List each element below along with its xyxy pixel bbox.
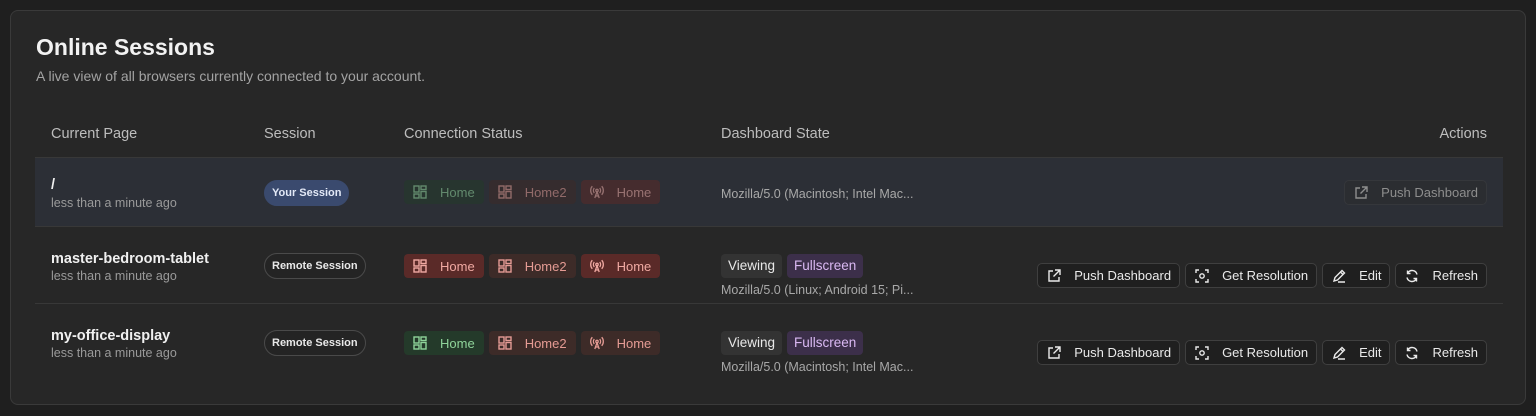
dashboard-icon: [413, 336, 427, 350]
status-chip: Home: [580, 331, 661, 355]
status-chip: Home: [404, 180, 484, 204]
connection-status-chips: Home Home2 Home: [404, 331, 661, 355]
push-dashboard-button[interactable]: Push Dashboard: [1037, 340, 1181, 365]
column-actions: Actions: [1439, 126, 1487, 142]
status-chip-label: Home2: [524, 335, 567, 351]
fullscreen-badge: Fullscreen: [787, 331, 864, 355]
push-dashboard-button[interactable]: Push Dashboard: [1037, 263, 1181, 288]
push-dashboard-label: Push Dashboard: [1381, 185, 1478, 200]
current-page-path: /: [51, 177, 56, 193]
external-link-icon: [1048, 268, 1061, 282]
pencil-icon: [1333, 269, 1346, 283]
dashboard-state-badges: Viewing Fullscreen: [721, 331, 864, 355]
status-chip: Home: [404, 331, 484, 355]
get-resolution-button[interactable]: Get Resolution: [1185, 263, 1318, 288]
user-agent: Mozilla/5.0 (Macintosh; Intel Mac...: [721, 187, 914, 201]
last-seen-time: less than a minute ago: [51, 196, 177, 210]
antenna-icon: [589, 185, 604, 199]
column-session: Session: [264, 126, 316, 142]
current-page-path: master-bedroom-tablet: [51, 251, 209, 267]
current-page-path: my-office-display: [51, 328, 171, 344]
refresh-button[interactable]: Refresh: [1395, 263, 1487, 288]
status-chip: Home2: [488, 180, 576, 204]
last-seen-time: less than a minute ago: [51, 269, 177, 283]
session-badge: Remote Session: [264, 253, 366, 279]
row-actions: Push Dashboard Get Resolution Edit Refre…: [1037, 263, 1487, 288]
connection-status-chips: Home Home2 Home: [404, 180, 661, 204]
status-chip-label: Home: [440, 335, 475, 351]
user-agent: Mozilla/5.0 (Linux; Android 15; Pi...: [721, 283, 914, 297]
status-chip: Home: [580, 180, 661, 204]
focus-icon: [1195, 345, 1209, 360]
push-dashboard-button[interactable]: Push Dashboard: [1344, 180, 1487, 205]
get-resolution-button[interactable]: Get Resolution: [1185, 340, 1318, 365]
refresh-label: Refresh: [1432, 268, 1478, 283]
refresh-icon: [1406, 346, 1419, 359]
edit-button[interactable]: Edit: [1322, 340, 1391, 365]
status-chip: Home: [580, 254, 661, 278]
status-chip-label: Home: [616, 335, 652, 351]
online-sessions-card: Online Sessions A live view of all brows…: [10, 10, 1526, 405]
status-chip: Home2: [488, 254, 576, 278]
pencil-icon: [1333, 346, 1346, 360]
column-connection-status: Connection Status: [404, 126, 523, 142]
refresh-button[interactable]: Refresh: [1395, 340, 1487, 365]
status-chip: Home: [404, 254, 484, 278]
table-header: Current Page Session Connection Status D…: [35, 118, 1503, 158]
status-chip-label: Home2: [524, 184, 567, 200]
column-dashboard-state: Dashboard State: [721, 126, 830, 142]
push-dashboard-label: Push Dashboard: [1074, 268, 1172, 283]
table-row: my-office-display less than a minute ago…: [35, 303, 1503, 380]
viewing-badge: Viewing: [721, 331, 783, 355]
dashboard-icon: [497, 259, 512, 273]
status-chip-label: Home: [440, 184, 475, 200]
row-actions: Push Dashboard Get Resolution Edit Refre…: [1037, 340, 1487, 365]
column-current-page: Current Page: [51, 126, 138, 142]
antenna-icon: [589, 336, 604, 350]
status-chip: Home2: [488, 331, 576, 355]
edit-label: Edit: [1359, 345, 1382, 360]
dashboard-icon: [497, 336, 512, 350]
refresh-icon: [1406, 269, 1419, 282]
antenna-icon: [589, 259, 604, 273]
last-seen-time: less than a minute ago: [51, 346, 177, 360]
session-badge: Remote Session: [264, 330, 366, 356]
get-resolution-label: Get Resolution: [1222, 268, 1309, 283]
push-dashboard-label: Push Dashboard: [1074, 345, 1172, 360]
edit-button[interactable]: Edit: [1322, 263, 1391, 288]
table-row: / less than a minute ago Your Session Ho…: [35, 157, 1503, 226]
status-chip-label: Home: [616, 184, 652, 200]
session-badge: Your Session: [264, 180, 350, 206]
connection-status-chips: Home Home2 Home: [404, 254, 661, 278]
dashboard-icon: [413, 185, 427, 199]
dashboard-icon: [413, 259, 427, 273]
dashboard-icon: [497, 185, 512, 199]
status-chip-label: Home: [616, 258, 652, 274]
external-link-icon: [1048, 345, 1061, 359]
edit-label: Edit: [1359, 268, 1382, 283]
table-row: master-bedroom-tablet less than a minute…: [35, 226, 1503, 303]
page-title: Online Sessions: [36, 34, 215, 60]
viewing-badge: Viewing: [721, 254, 783, 278]
fullscreen-badge: Fullscreen: [787, 254, 864, 278]
row-actions: Push Dashboard: [1344, 180, 1487, 205]
status-chip-label: Home2: [524, 258, 567, 274]
get-resolution-label: Get Resolution: [1222, 345, 1309, 360]
user-agent: Mozilla/5.0 (Macintosh; Intel Mac...: [721, 360, 914, 374]
status-chip-label: Home: [440, 258, 475, 274]
focus-icon: [1195, 268, 1209, 283]
page-subtitle: A live view of all browsers currently co…: [36, 68, 426, 84]
external-link-icon: [1355, 185, 1368, 199]
refresh-label: Refresh: [1432, 345, 1478, 360]
dashboard-state-badges: Viewing Fullscreen: [721, 254, 864, 278]
